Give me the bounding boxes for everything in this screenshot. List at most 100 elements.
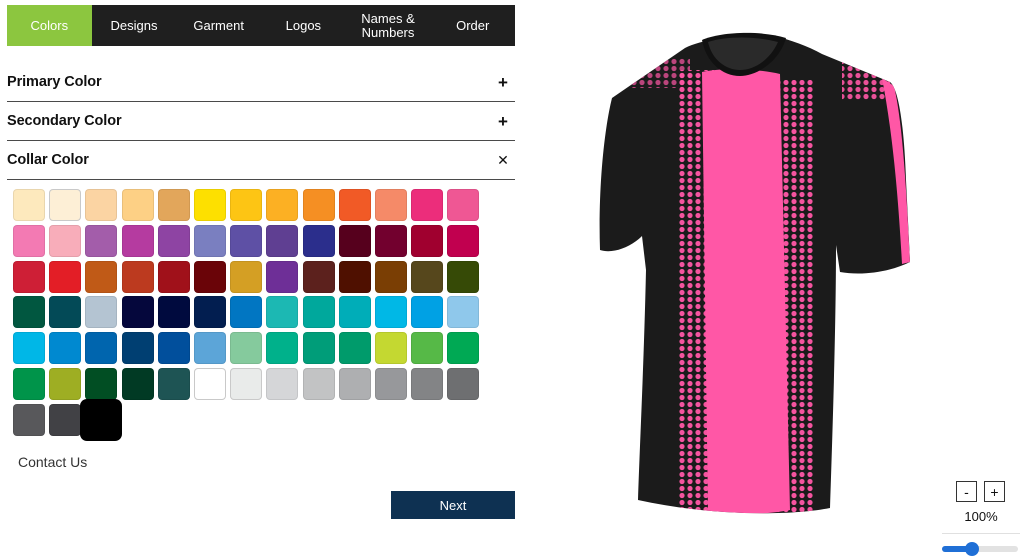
color-swatch[interactable]: [157, 189, 190, 221]
color-swatch[interactable]: [13, 368, 45, 400]
color-swatch[interactable]: [338, 296, 371, 329]
tab-order[interactable]: Order: [430, 5, 515, 46]
color-swatch[interactable]: [302, 332, 335, 365]
contact-us-link[interactable]: Contact Us: [18, 454, 87, 470]
color-swatch[interactable]: [266, 224, 299, 257]
color-swatch[interactable]: [375, 368, 407, 400]
color-swatch[interactable]: [194, 368, 226, 400]
tab-names-numbers[interactable]: Names & Numbers: [346, 5, 431, 46]
color-swatch[interactable]: [230, 189, 263, 221]
color-swatch[interactable]: [85, 332, 118, 365]
zoom-in-button[interactable]: +: [984, 481, 1005, 502]
color-swatch[interactable]: [411, 368, 444, 400]
color-swatch[interactable]: [230, 296, 263, 329]
color-swatch[interactable]: [338, 189, 371, 221]
primary-color-section[interactable]: Primary Color +: [7, 63, 515, 102]
color-swatch[interactable]: [302, 224, 335, 257]
color-swatch[interactable]: [302, 260, 335, 293]
color-swatch[interactable]: [49, 260, 82, 293]
color-swatch[interactable]: [49, 332, 82, 365]
color-swatch[interactable]: [85, 260, 118, 293]
color-swatch[interactable]: [302, 189, 335, 221]
collar-color-section[interactable]: Collar Color ✕: [7, 141, 515, 180]
color-swatch[interactable]: [13, 332, 45, 365]
color-swatch[interactable]: [266, 332, 299, 365]
color-swatch[interactable]: [194, 189, 226, 221]
color-swatch[interactable]: [266, 189, 299, 221]
color-swatch[interactable]: [411, 332, 444, 365]
color-swatch[interactable]: [49, 368, 82, 400]
color-swatch[interactable]: [447, 189, 480, 221]
color-swatch[interactable]: [49, 296, 82, 329]
color-swatch[interactable]: [121, 368, 154, 400]
color-swatch[interactable]: [194, 296, 226, 329]
color-swatch[interactable]: [121, 296, 154, 329]
collar-color-label: Collar Color: [7, 152, 89, 168]
color-swatch[interactable]: [230, 332, 263, 365]
color-swatch[interactable]: [447, 296, 480, 329]
color-swatch[interactable]: [447, 332, 480, 365]
color-swatch[interactable]: [230, 260, 263, 293]
color-swatch[interactable]: [121, 260, 154, 293]
color-swatch[interactable]: [157, 224, 190, 257]
color-swatch[interactable]: [121, 332, 154, 365]
color-swatch[interactable]: [13, 189, 45, 221]
color-swatch[interactable]: [85, 189, 118, 221]
color-swatch[interactable]: [157, 332, 190, 365]
color-swatch[interactable]: [194, 332, 226, 365]
color-swatch[interactable]: [447, 224, 480, 257]
zoom-slider[interactable]: [942, 540, 1020, 556]
color-swatch[interactable]: [375, 260, 407, 293]
color-swatch[interactable]: [49, 403, 82, 436]
plus-icon[interactable]: +: [496, 74, 510, 91]
color-swatch[interactable]: [411, 296, 444, 329]
color-swatch[interactable]: [13, 296, 45, 329]
color-swatch[interactable]: [13, 403, 45, 436]
color-swatch[interactable]: [411, 189, 444, 221]
color-swatch[interactable]: [157, 260, 190, 293]
color-swatch[interactable]: [81, 399, 122, 440]
color-swatch[interactable]: [194, 224, 226, 257]
color-swatch[interactable]: [447, 368, 480, 400]
color-swatch[interactable]: [266, 368, 299, 400]
color-swatch[interactable]: [375, 189, 407, 221]
secondary-color-section[interactable]: Secondary Color +: [7, 102, 515, 141]
color-swatch[interactable]: [338, 224, 371, 257]
color-swatch[interactable]: [411, 260, 444, 293]
color-swatch[interactable]: [157, 368, 190, 400]
zoom-out-button[interactable]: -: [956, 481, 977, 502]
color-swatch[interactable]: [49, 224, 82, 257]
color-swatch[interactable]: [13, 224, 45, 257]
color-swatch[interactable]: [338, 368, 371, 400]
next-button[interactable]: Next: [391, 491, 515, 519]
color-swatch[interactable]: [338, 332, 371, 365]
color-swatch[interactable]: [266, 260, 299, 293]
color-swatch[interactable]: [230, 368, 263, 400]
close-icon[interactable]: ✕: [496, 153, 510, 167]
color-swatch[interactable]: [230, 224, 263, 257]
zoom-slider-thumb[interactable]: [965, 542, 980, 556]
color-swatch[interactable]: [338, 260, 371, 293]
color-swatch[interactable]: [85, 296, 118, 329]
color-swatch[interactable]: [375, 296, 407, 329]
color-swatch[interactable]: [121, 224, 154, 257]
color-swatch[interactable]: [375, 332, 407, 365]
color-swatch[interactable]: [85, 368, 118, 400]
tab-colors[interactable]: Colors: [7, 5, 92, 46]
color-swatch[interactable]: [266, 296, 299, 329]
color-swatch[interactable]: [375, 224, 407, 257]
tab-logos[interactable]: Logos: [261, 5, 346, 46]
color-swatch[interactable]: [194, 260, 226, 293]
color-swatch[interactable]: [411, 224, 444, 257]
color-swatch[interactable]: [13, 260, 45, 293]
color-swatch[interactable]: [85, 224, 118, 257]
color-swatch[interactable]: [447, 260, 480, 293]
tab-designs[interactable]: Designs: [92, 5, 177, 46]
color-swatch[interactable]: [121, 189, 154, 221]
color-swatch[interactable]: [302, 368, 335, 400]
tab-garment[interactable]: Garment: [176, 5, 261, 46]
color-swatch[interactable]: [157, 296, 190, 329]
color-swatch[interactable]: [49, 189, 82, 221]
plus-icon[interactable]: +: [496, 113, 510, 130]
color-swatch[interactable]: [302, 296, 335, 329]
